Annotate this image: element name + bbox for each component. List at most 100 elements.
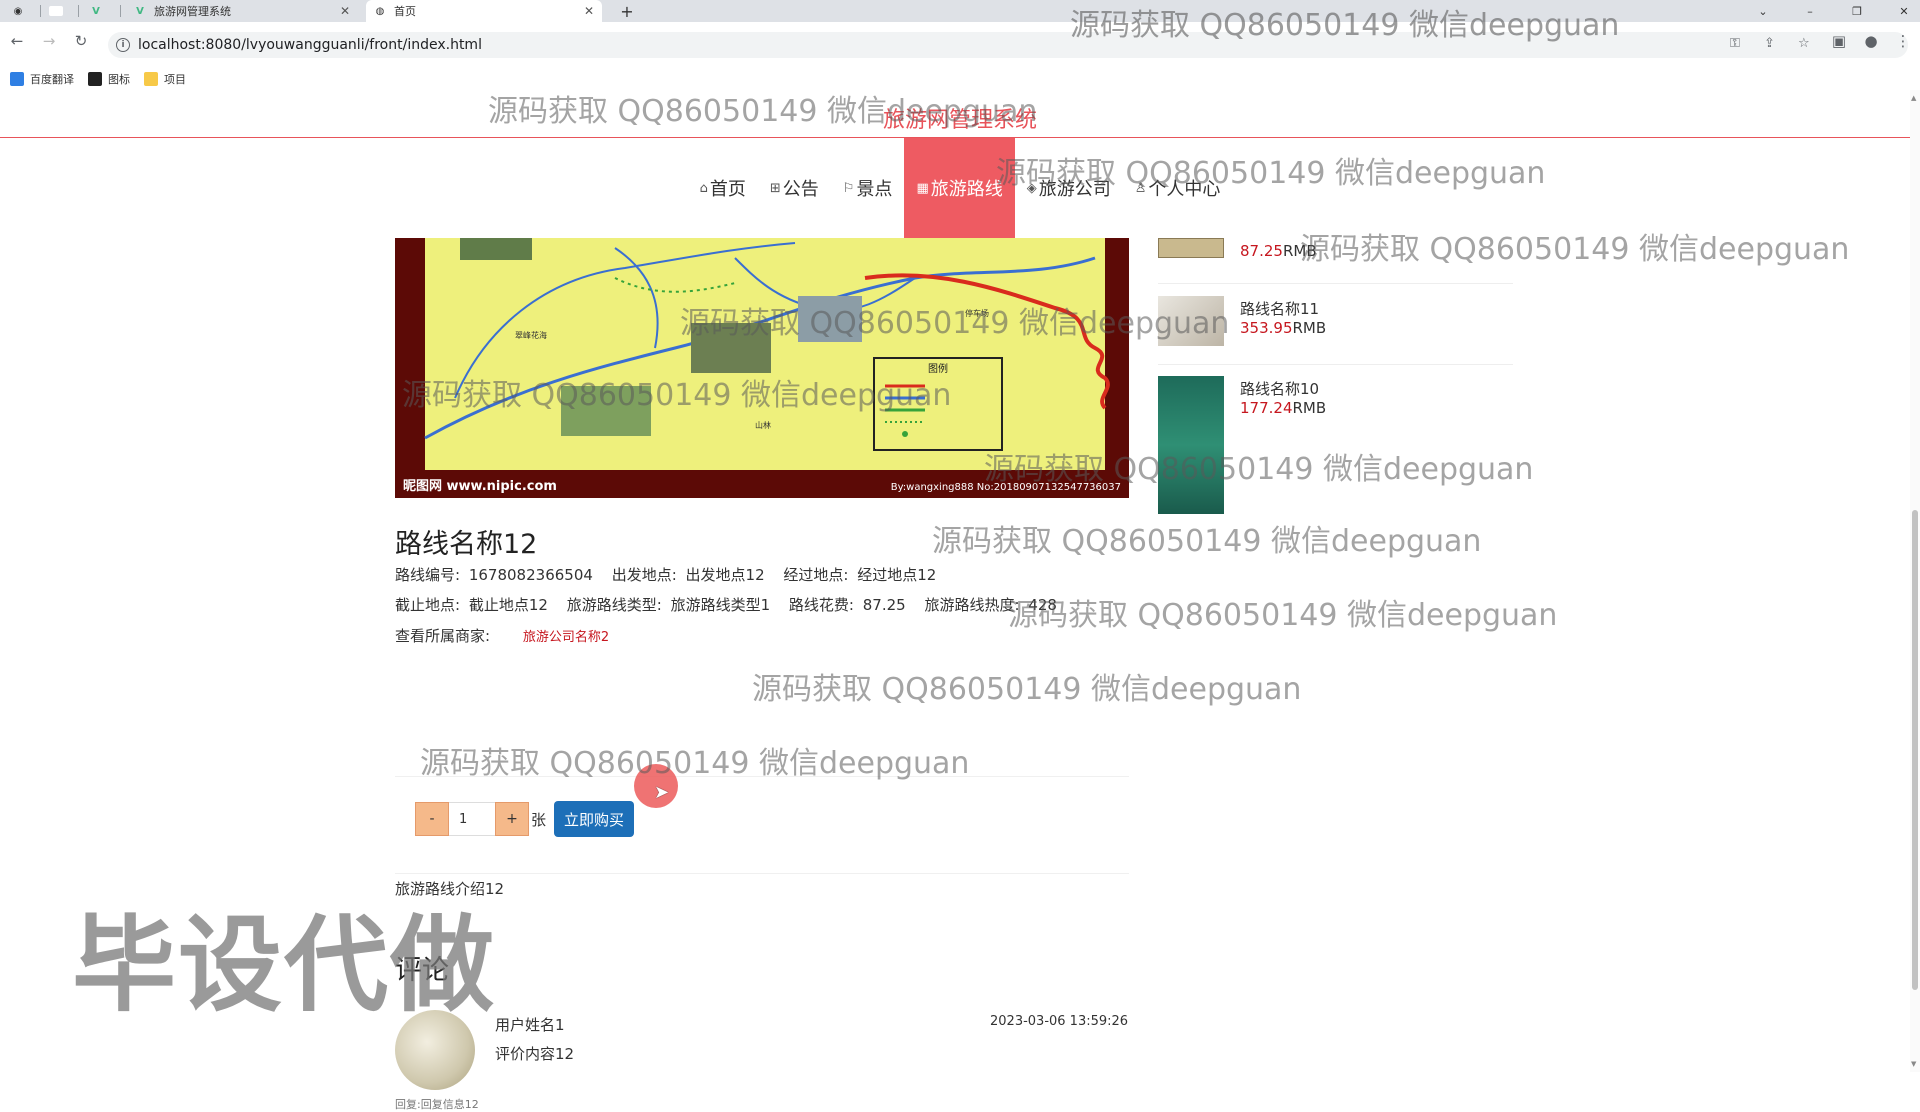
popularity-value: 428 — [1028, 596, 1057, 614]
home-icon: ⌂ — [699, 180, 708, 196]
popularity-label: 旅游路线热度: — [924, 596, 1020, 614]
quantity-input[interactable]: 1 — [449, 802, 495, 836]
destination-label: 截止地点: — [395, 596, 461, 614]
tab-home[interactable]: ◍ 首页 ✕ — [366, 0, 602, 22]
svg-text:停车场: 停车场 — [965, 308, 989, 318]
route-name: 路线名称10 — [1240, 380, 1320, 398]
back-icon[interactable]: ← — [6, 30, 28, 52]
svg-text:翠峰花海: 翠峰花海 — [515, 330, 547, 340]
share-icon[interactable]: ⇪ — [1764, 36, 1775, 51]
new-tab-icon[interactable]: + — [612, 0, 642, 22]
route-meta-row-2: 截止地点: 截止地点12 旅游路线类型: 旅游路线类型1 路线花费: 87.25… — [395, 594, 1061, 615]
minimize-icon[interactable]: – — [1795, 0, 1825, 22]
window-close-icon[interactable]: ✕ — [1889, 0, 1919, 22]
tab-pinned-1[interactable]: ◉ — [10, 0, 34, 22]
page-content: 旅游网管理系统 ⌂ 首页 ⊞ 公告 ⚐ 景点 ▦ 旅游路线 ◈ 旅游公司 ♙ 个… — [0, 90, 1920, 1111]
tab-pinned-3[interactable]: V — [88, 0, 112, 22]
nav-routes[interactable]: ▦ 旅游路线 — [904, 138, 1015, 238]
flag-icon: ⚐ — [842, 180, 855, 196]
tab-admin[interactable]: V 旅游网管理系统 ✕ — [126, 0, 358, 22]
bookmark-icons[interactable]: 图标 — [88, 71, 130, 87]
nav-profile[interactable]: ♙ 个人中心 — [1123, 138, 1233, 238]
nav-notice[interactable]: ⊞ 公告 — [758, 138, 831, 238]
route-price: 177.24 — [1240, 399, 1293, 417]
nav-home[interactable]: ⌂ 首页 — [688, 138, 758, 238]
nav-attractions[interactable]: ⚐ 景点 — [831, 138, 905, 238]
forward-icon[interactable]: → — [38, 30, 60, 52]
via-value: 经过地点12 — [857, 566, 937, 584]
route-map-image: 图例 翠峰花海 山林 停车场 昵图网 www.nipic.com By:wang… — [395, 238, 1129, 498]
buy-now-button[interactable]: 立即购买 — [554, 801, 635, 837]
increase-button[interactable]: + — [495, 802, 529, 836]
watermark-text: 源码获取 QQ86050149 微信deepguan — [1008, 598, 1558, 633]
hero-brand: 昵图网 www.nipic.com — [403, 479, 557, 494]
vue-icon: V — [92, 5, 100, 17]
blank-tab-icon — [49, 6, 63, 16]
restore-icon[interactable]: ❐ — [1842, 0, 1872, 22]
purchase-box: - 1 + 张 立即购买 — [395, 776, 1129, 874]
browser-tab-strip: ◉ V V 旅游网管理系统 ✕ ◍ 首页 ✕ + ⌄ – ❐ ✕ — [0, 0, 1920, 22]
route-no-value: 1678082366504 — [468, 566, 593, 584]
route-meta-row-1: 路线编号: 1678082366504 出发地点: 出发地点12 经过地点: 经… — [395, 564, 940, 585]
page-scrollbar[interactable]: ▲ ▼ — [1910, 90, 1920, 1072]
route-thumbnail — [1158, 296, 1224, 346]
via-label: 经过地点: — [783, 566, 849, 584]
vue-icon: V — [136, 5, 144, 17]
destination-value: 截止地点12 — [468, 596, 548, 614]
route-title: 路线名称12 — [395, 529, 538, 560]
merchant-link[interactable]: 旅游公司名称2 — [523, 630, 609, 645]
merchant-row: 查看所属商家: 旅游公司名称2 — [395, 625, 613, 646]
comment-content: 评价内容12 — [495, 1045, 575, 1063]
route-intro: 旅游路线介绍12 — [395, 880, 505, 898]
route-type-label: 旅游路线类型: — [566, 596, 662, 614]
url-field[interactable]: i localhost:8080/lvyouwangguanli/front/i… — [108, 32, 1908, 58]
comments-heading: 评论 — [395, 955, 449, 986]
tab-pinned-2[interactable] — [48, 0, 72, 22]
route-price: 353.95 — [1240, 319, 1293, 337]
profile-icon[interactable]: ● — [1860, 30, 1882, 52]
bookmark-star-icon[interactable]: ☆ — [1798, 36, 1810, 51]
nav-companies[interactable]: ◈ 旅游公司 — [1015, 138, 1123, 238]
user-icon: ♙ — [1134, 180, 1147, 196]
quantity-stepper: - 1 + 张 立即购买 — [415, 801, 635, 837]
close-icon[interactable]: ✕ — [584, 4, 594, 18]
scrollbar-thumb[interactable] — [1912, 510, 1918, 990]
bookmark-project[interactable]: 项目 — [144, 71, 186, 87]
quantity-unit: 张 — [531, 810, 547, 829]
route-no-label: 路线编号: — [395, 566, 461, 584]
departure-value: 出发地点12 — [685, 566, 765, 584]
tab-label: 首页 — [394, 5, 416, 18]
route-type-value: 旅游路线类型1 — [670, 596, 771, 614]
site-info-icon[interactable]: i — [116, 38, 130, 52]
hero-credit: By:wangxing888 No:20180907132547736037 — [891, 482, 1121, 493]
close-icon[interactable]: ✕ — [340, 4, 350, 18]
side-panel-icon[interactable]: ▣ — [1828, 30, 1850, 52]
address-bar-row: ← → ↻ i localhost:8080/lvyouwangguanli/f… — [0, 22, 1920, 72]
svg-text:山林: 山林 — [755, 420, 771, 430]
route-price: 87.25 — [1240, 242, 1283, 260]
globe-icon: ◍ — [375, 5, 385, 17]
route-name: 路线名称11 — [1240, 300, 1320, 318]
comment-reply: 回复:回复信息12 — [395, 1098, 479, 1111]
avatar — [395, 1010, 475, 1090]
route-icon: ▦ — [916, 180, 929, 196]
bookmark-translate[interactable]: 百度翻译 — [10, 71, 74, 87]
departure-label: 出发地点: — [611, 566, 677, 584]
decrease-button[interactable]: - — [415, 802, 449, 836]
comment-time: 2023-03-06 13:59:26 — [990, 1014, 1129, 1029]
main-nav: ⌂ 首页 ⊞ 公告 ⚐ 景点 ▦ 旅游路线 ◈ 旅游公司 ♙ 个人中心 — [0, 138, 1920, 238]
menu-dots-icon[interactable]: ⋮ — [1892, 30, 1914, 52]
key-icon[interactable]: ⚿ — [1730, 36, 1740, 51]
cost-label: 路线花费: — [788, 596, 854, 614]
image-icon — [88, 72, 102, 86]
route-thumbnail — [1158, 238, 1224, 258]
tab-label: 旅游网管理系统 — [154, 5, 231, 18]
folder-icon — [144, 72, 158, 86]
watermark-text: 源码获取 QQ86050149 微信deepguan — [932, 524, 1482, 559]
reload-icon[interactable]: ↻ — [70, 30, 92, 52]
route-thumbnail — [1158, 376, 1224, 514]
notice-icon: ⊞ — [769, 180, 781, 196]
company-icon: ◈ — [1026, 180, 1037, 196]
merchant-label: 查看所属商家: — [395, 627, 491, 645]
tab-search-icon[interactable]: ⌄ — [1748, 0, 1778, 22]
